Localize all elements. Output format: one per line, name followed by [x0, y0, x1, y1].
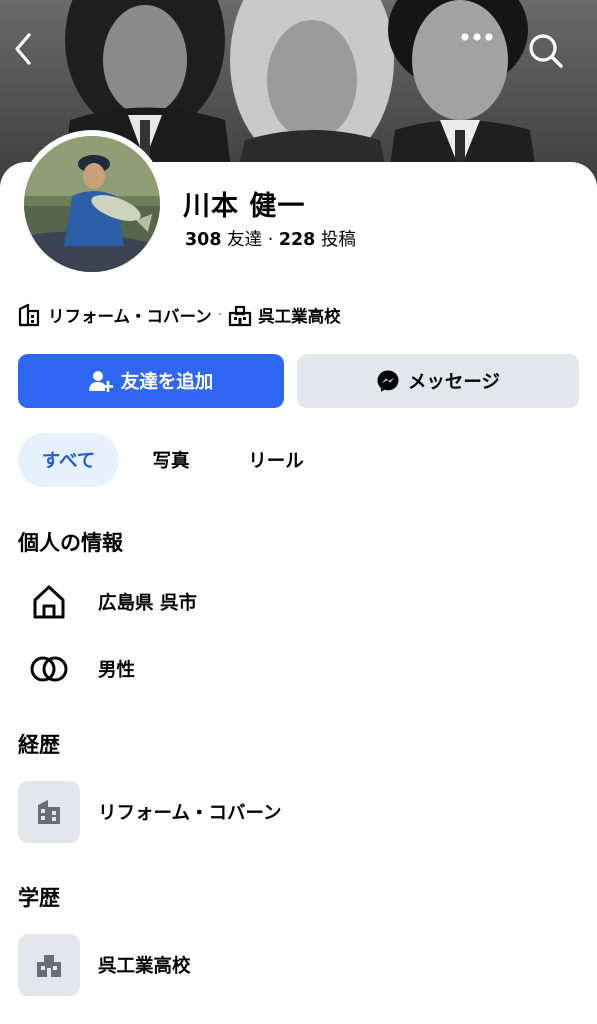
tab-photos[interactable]: 写真 [135, 433, 207, 487]
profile-intro-line: リフォーム・コバーン · 呉工業高校 [18, 302, 341, 328]
education-heading: 学歴 [18, 886, 60, 910]
personal-info-heading: 個人の情報 [18, 531, 123, 555]
intro-separator: · [217, 307, 223, 323]
profile-stats: 308 友達 · 228 投稿 [185, 226, 356, 251]
posts-count: 228 [278, 230, 316, 250]
home-icon [18, 571, 80, 633]
friends-label[interactable]: 友達 [227, 230, 262, 250]
building-icon [18, 303, 42, 327]
message-label: メッセージ [407, 372, 501, 393]
search-button[interactable] [527, 32, 575, 80]
avatar-ring[interactable] [18, 130, 166, 278]
school-icon [18, 934, 80, 996]
friends-count[interactable]: 308 [185, 230, 222, 250]
search-icon [529, 34, 563, 68]
posts-label: 投稿 [320, 230, 356, 250]
add-friend-button[interactable]: 友達を追加 [18, 354, 284, 408]
tab-reels[interactable]: リール [233, 433, 319, 487]
profile-name: 川本 健一 [183, 191, 306, 222]
intro-school-text[interactable]: 呉工業高校 [258, 303, 341, 327]
messenger-icon [376, 369, 400, 393]
gender-text: 男性 [98, 660, 136, 681]
employer-text: リフォーム・コバーン [98, 803, 282, 824]
avatar [24, 136, 160, 272]
employer-row[interactable]: リフォーム・コバーン [18, 781, 282, 843]
hometown-row[interactable]: 広島県 呉市 [18, 571, 197, 633]
school-icon [228, 303, 252, 327]
avatar-photo [24, 136, 160, 272]
more-dots-icon [461, 33, 493, 41]
more-options-button[interactable] [460, 32, 508, 80]
tab-all[interactable]: すべて [18, 433, 119, 487]
school-row[interactable]: 呉工業高校 [18, 934, 191, 996]
add-friend-label: 友達を追加 [120, 372, 214, 393]
school-text: 呉工業高校 [98, 956, 191, 977]
hometown-text: 広島県 呉市 [98, 593, 197, 614]
add-person-icon [88, 370, 113, 392]
intro-work-text[interactable]: リフォーム・コバーン [48, 303, 212, 327]
gender-rings-icon [18, 638, 80, 700]
stats-separator: · [267, 230, 279, 250]
back-button[interactable] [12, 32, 60, 80]
gender-row: 男性 [18, 638, 135, 700]
message-button[interactable]: メッセージ [297, 354, 579, 408]
building-icon [18, 781, 80, 843]
chevron-left-icon [15, 33, 31, 65]
work-heading: 経歴 [18, 733, 60, 757]
